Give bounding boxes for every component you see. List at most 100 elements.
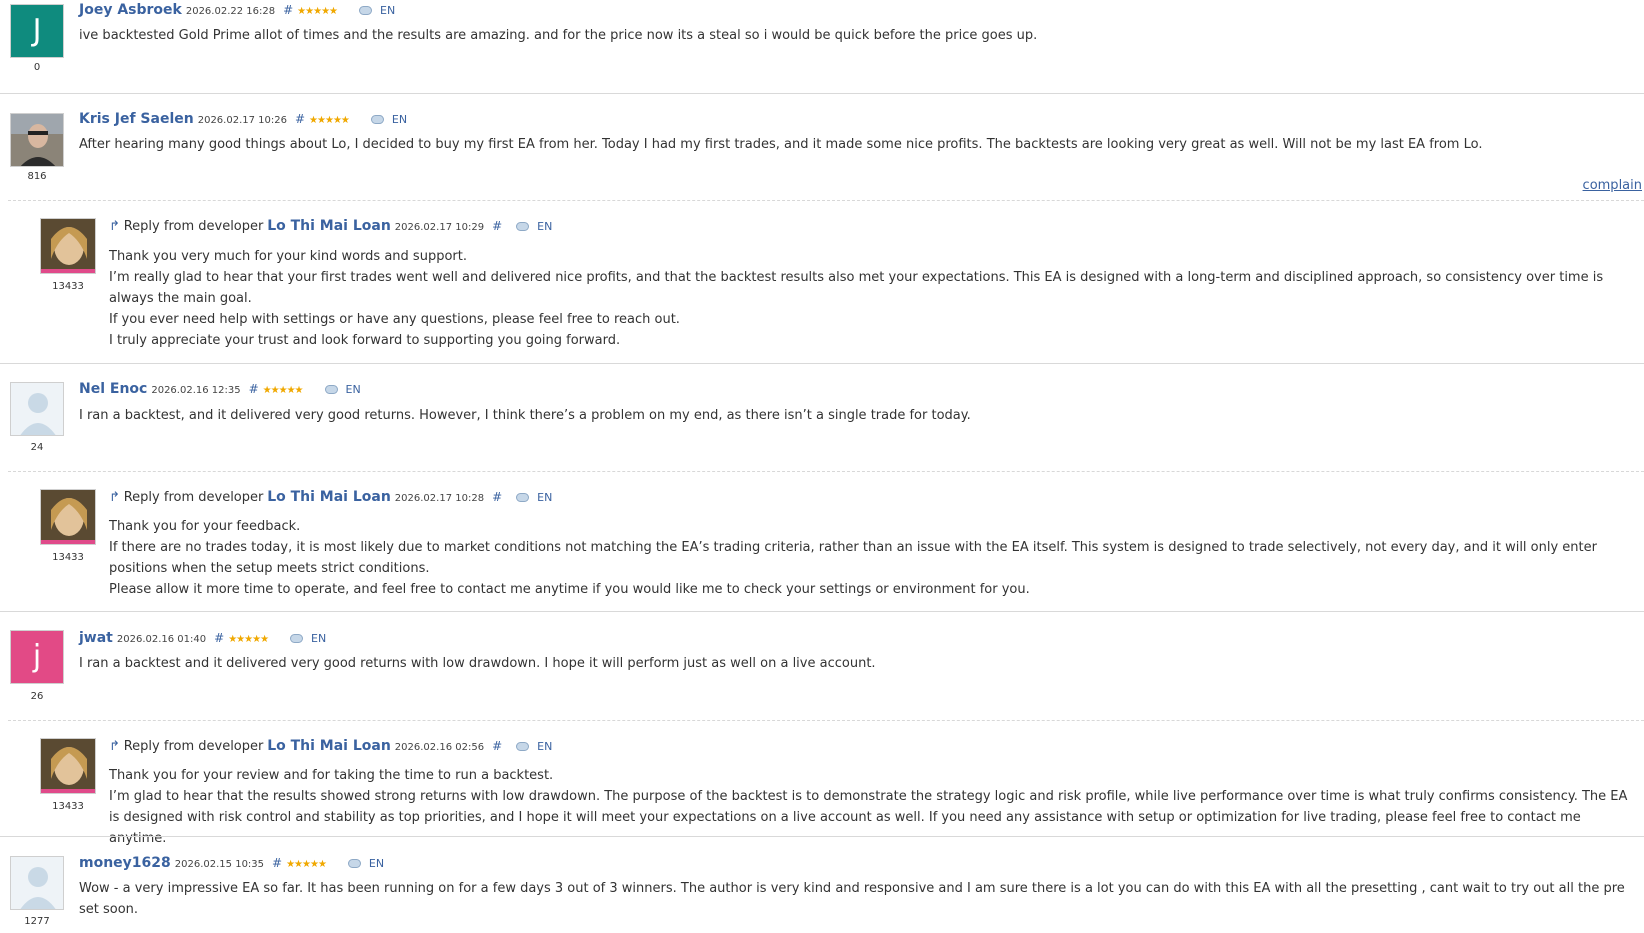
developer-name[interactable]: Lo Thi Mai Loan [267, 218, 391, 234]
author-name[interactable]: money1628 [79, 855, 171, 871]
reply-date: 2026.02.16 02:56 [394, 742, 485, 753]
review-date: 2026.02.22 16:28 [185, 6, 276, 17]
review-date: 2026.02.16 01:40 [116, 634, 207, 645]
comment-bubble-icon[interactable] [290, 634, 304, 643]
rating-stars: ★★★★★ [228, 634, 269, 645]
review-header: Nel Enoc 2026.02.16 12:35 # ★★★★★ EN [79, 381, 361, 399]
reply-text: Thank you for your feedback. If there ar… [109, 516, 1634, 600]
review-date: 2026.02.17 10:26 [197, 115, 287, 126]
language-label[interactable]: EN [311, 632, 326, 645]
author-name[interactable]: Nel Enoc [79, 381, 147, 397]
language-label[interactable]: EN [537, 220, 552, 233]
reply-date: 2026.02.17 10:28 [394, 493, 485, 504]
reply-line: Please allow it more time to operate, an… [109, 582, 1030, 597]
review-date: 2026.02.15 10:35 [174, 859, 265, 870]
review-header: jwat 2026.02.16 01:40 # ★★★★★ EN [79, 630, 326, 648]
permalink-link[interactable]: # [492, 739, 502, 753]
user-photo [11, 114, 63, 166]
developer-name[interactable]: Lo Thi Mai Loan [267, 489, 391, 505]
reply-header: ↱ Reply from developer Lo Thi Mai Loan 20… [109, 489, 552, 507]
reply-divider [8, 200, 1644, 201]
developer-rating-count: 13433 [52, 552, 84, 563]
developer-avatar[interactable] [40, 489, 96, 545]
avatar[interactable] [10, 382, 64, 436]
complain-link[interactable]: complain [1583, 178, 1642, 193]
rating-stars: ★★★★★ [309, 115, 350, 126]
permalink-link[interactable]: # [283, 3, 293, 17]
developer-avatar[interactable] [40, 738, 96, 794]
user-rating-count: 0 [33, 62, 41, 73]
author-name[interactable]: Joey Asbroek [79, 2, 182, 18]
user-rating-count: 26 [30, 691, 44, 702]
comment-bubble-icon[interactable] [516, 493, 530, 502]
comment-bubble-icon[interactable] [516, 742, 530, 751]
user-rating-count: 1277 [24, 916, 50, 927]
review-text: I ran a backtest, and it delivered very … [79, 408, 971, 423]
reply-date: 2026.02.17 10:29 [394, 222, 485, 233]
review-text: I ran a backtest and it delivered very g… [79, 656, 876, 671]
comment-bubble-icon[interactable] [370, 115, 384, 124]
reply-line: If there are no trades today, it is most… [109, 540, 1597, 576]
review-text: Wow - a very impressive EA so far. It ha… [79, 881, 1625, 917]
developer-name[interactable]: Lo Thi Mai Loan [267, 738, 391, 754]
reply-arrow-icon: ↱ [109, 219, 120, 234]
reviews-page: J 0 Joey Asbroek 2026.02.22 16:28 # ★★★★★ EN… [0, 0, 1644, 933]
developer-photo [41, 219, 95, 273]
language-label[interactable]: EN [380, 4, 395, 17]
language-label[interactable]: EN [346, 383, 361, 396]
review-header: Joey Asbroek 2026.02.22 16:28 # ★★★★★ EN [79, 2, 395, 20]
reply-line: Thank you very much for your kind words … [109, 249, 467, 264]
author-name[interactable]: Kris Jef Saelen [79, 111, 194, 127]
user-rating-count: 816 [27, 171, 47, 182]
developer-rating-count: 13433 [52, 281, 84, 292]
rating-stars: ★★★★★ [262, 385, 304, 396]
avatar[interactable] [10, 856, 64, 910]
reply-prefix: Reply from developer [123, 490, 264, 505]
author-name[interactable]: jwat [79, 630, 113, 646]
reply-line: Thank you for your review and for taking… [109, 768, 554, 783]
review-header: money1628 2026.02.15 10:35 # ★★★★★ EN [79, 855, 384, 873]
user-rating-count: 24 [30, 442, 44, 453]
review-header: Kris Jef Saelen 2026.02.17 10:26 # ★★★★★ EN [79, 111, 407, 129]
rating-stars: ★★★★★ [286, 859, 327, 870]
developer-avatar[interactable] [40, 218, 96, 274]
avatar[interactable]: J [10, 4, 64, 58]
language-label[interactable]: EN [369, 857, 384, 870]
reply-divider [8, 720, 1644, 721]
comment-bubble-icon[interactable] [359, 6, 372, 15]
permalink-link[interactable]: # [249, 382, 259, 396]
review-divider [0, 836, 1644, 837]
comment-bubble-icon[interactable] [347, 859, 361, 868]
reply-prefix: Reply from developer [123, 219, 264, 234]
rating-stars: ★★★★★ [297, 6, 338, 17]
permalink-link[interactable]: # [492, 490, 502, 504]
review-divider [0, 611, 1644, 612]
language-label[interactable]: EN [537, 740, 552, 753]
permalink-link[interactable]: # [295, 112, 305, 126]
reply-header: ↱ Reply from developer Lo Thi Mai Loan 20… [109, 738, 552, 756]
reply-arrow-icon: ↱ [109, 490, 120, 505]
developer-rating-count: 13433 [52, 801, 84, 812]
language-label[interactable]: EN [537, 491, 552, 504]
default-user-icon [11, 383, 63, 435]
default-user-icon [11, 857, 63, 909]
reply-line: I truly appreciate your trust and look f… [109, 333, 621, 348]
permalink-link[interactable]: # [272, 856, 282, 870]
reply-prefix: Reply from developer [123, 739, 264, 754]
avatar[interactable]: j [10, 630, 64, 684]
reply-arrow-icon: ↱ [109, 739, 120, 754]
reply-line: Thank you for your feedback. [109, 519, 301, 534]
comment-bubble-icon[interactable] [324, 385, 338, 394]
review-date: 2026.02.16 12:35 [151, 385, 241, 396]
review-text: ive backtested Gold Prime allot of times… [79, 28, 1038, 43]
permalink-link[interactable]: # [214, 631, 224, 645]
developer-photo [41, 739, 95, 793]
reply-line: I’m really glad to hear that your first … [109, 270, 1604, 306]
comment-bubble-icon[interactable] [516, 222, 530, 231]
developer-photo [41, 490, 95, 544]
reply-divider [8, 471, 1644, 472]
avatar[interactable] [10, 113, 64, 167]
review-divider [0, 363, 1644, 364]
language-label[interactable]: EN [392, 113, 407, 126]
permalink-link[interactable]: # [492, 219, 502, 233]
